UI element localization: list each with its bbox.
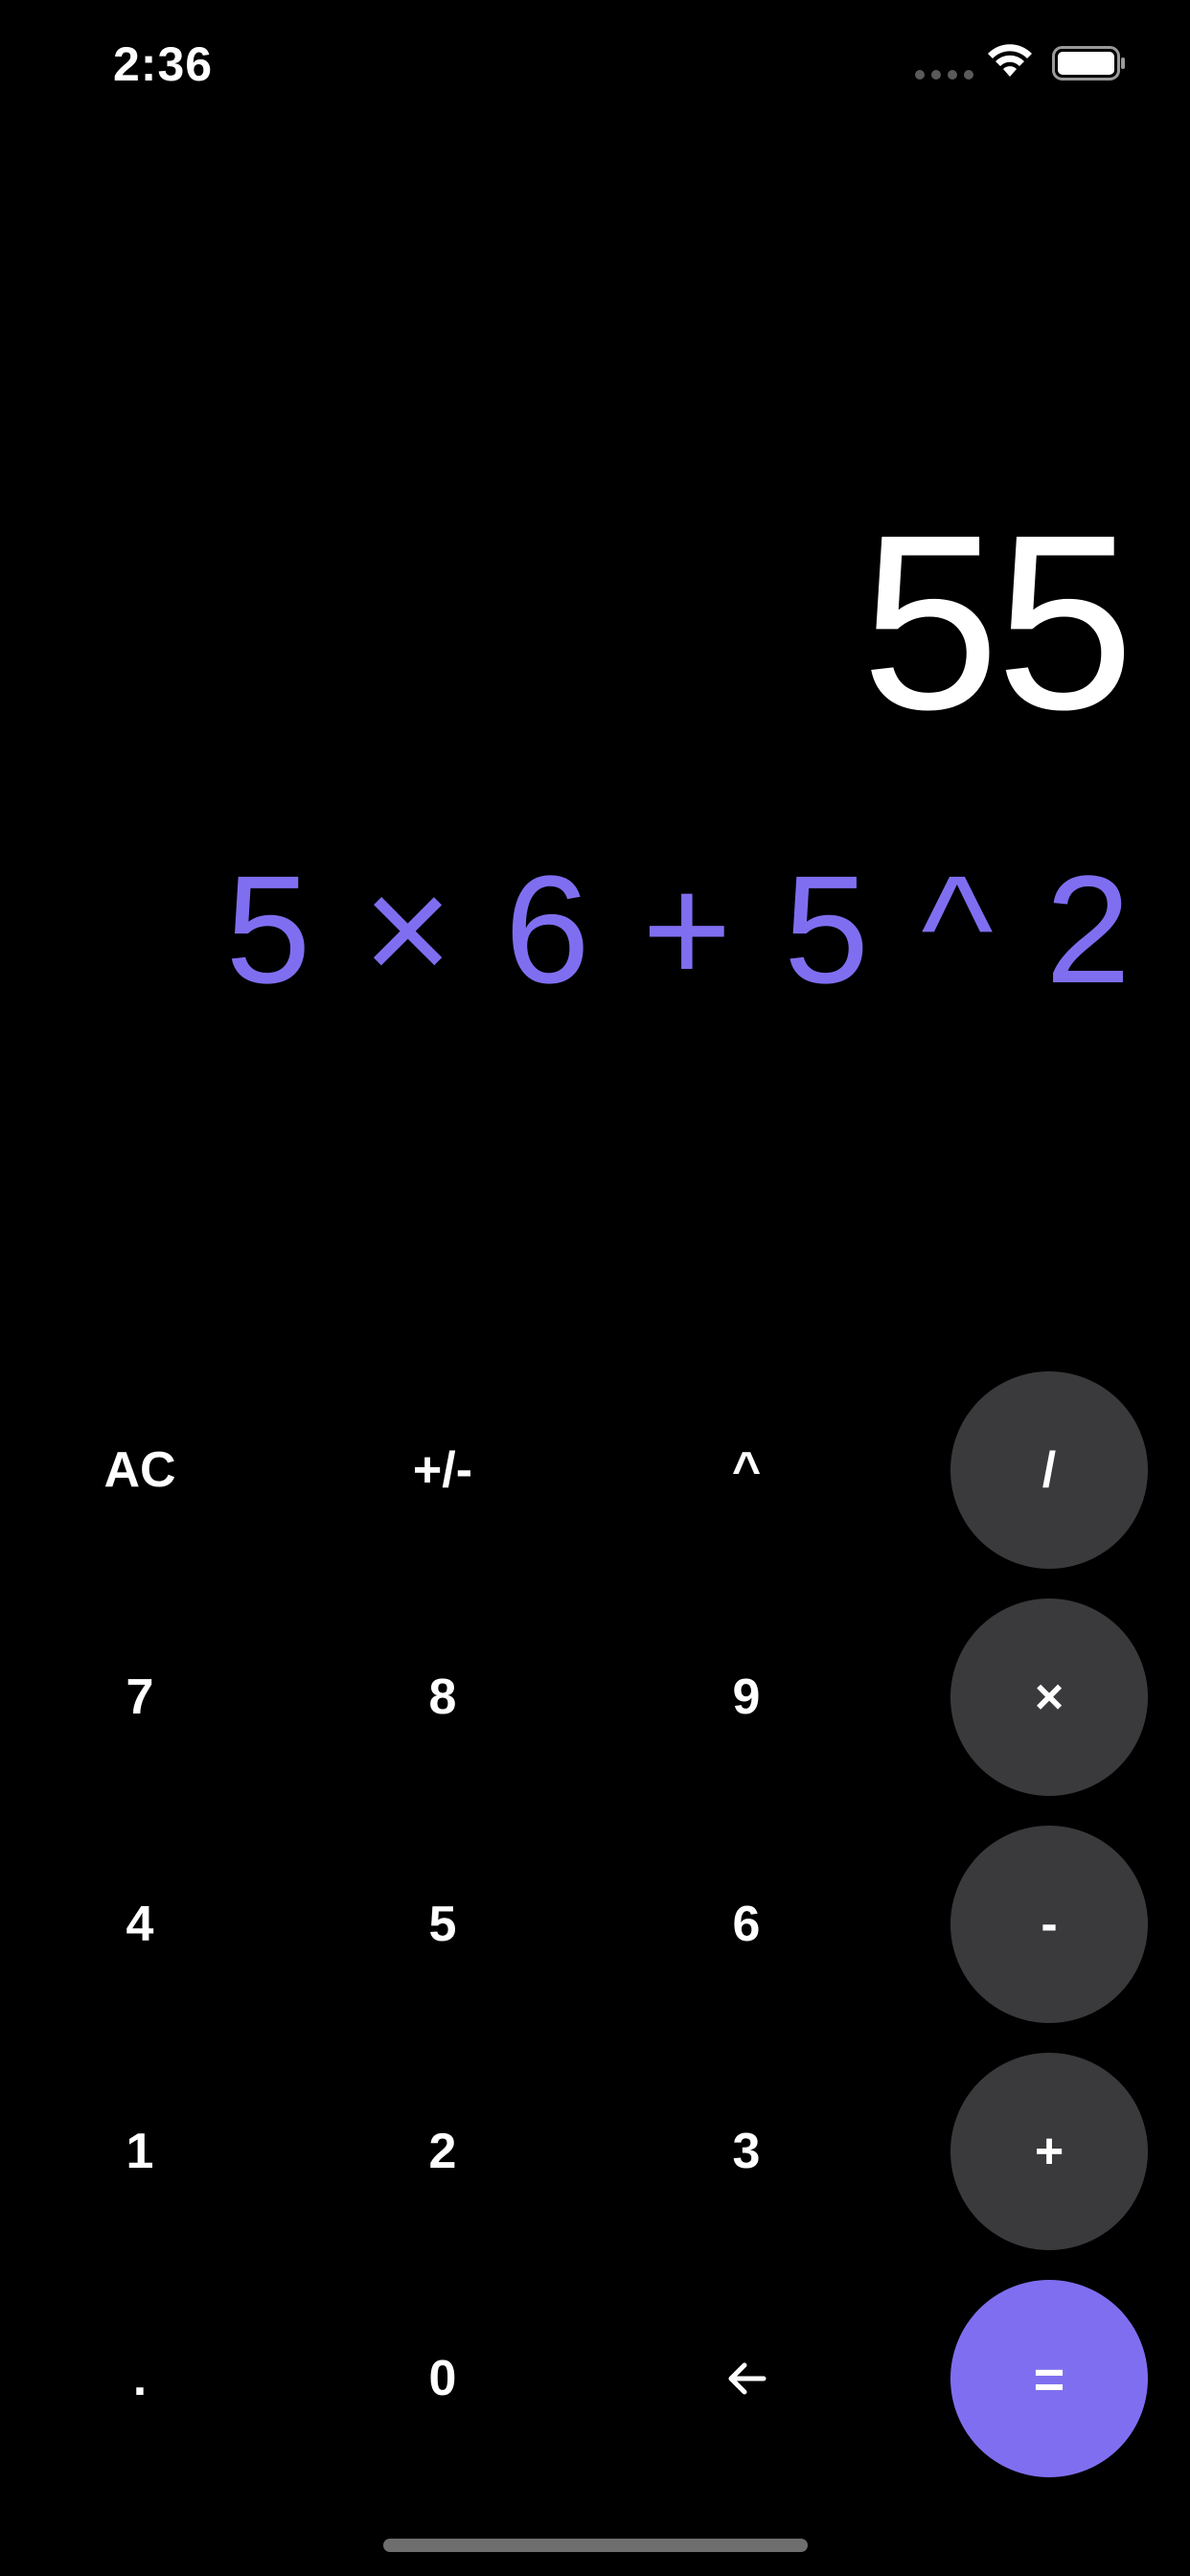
digit-0-button[interactable]: 0 (344, 2280, 541, 2477)
digit-4-button[interactable]: 4 (41, 1826, 239, 2023)
digit-6-button[interactable]: 6 (648, 1826, 845, 2023)
backspace-button[interactable] (648, 2280, 845, 2477)
digit-7-button[interactable]: 7 (41, 1598, 239, 1796)
digit-5-button[interactable]: 5 (344, 1826, 541, 2023)
power-button[interactable]: ^ (648, 1371, 845, 1569)
clear-button[interactable]: AC (41, 1371, 239, 1569)
digit-1-button[interactable]: 1 (41, 2053, 239, 2250)
home-indicator[interactable] (383, 2539, 808, 2552)
digit-3-button[interactable]: 3 (648, 2053, 845, 2250)
arrow-left-icon (728, 2362, 767, 2395)
keypad: AC +/- ^ / 7 8 9 × 4 5 6 - 1 2 3 + . 0 = (0, 0, 1190, 2576)
multiply-button[interactable]: × (950, 1598, 1148, 1796)
add-button[interactable]: + (950, 2053, 1148, 2250)
negate-button[interactable]: +/- (344, 1371, 541, 1569)
digit-9-button[interactable]: 9 (648, 1598, 845, 1796)
decimal-button[interactable]: . (41, 2280, 239, 2477)
equals-button[interactable]: = (950, 2280, 1148, 2477)
divide-button[interactable]: / (950, 1371, 1148, 1569)
subtract-button[interactable]: - (950, 1826, 1148, 2023)
digit-8-button[interactable]: 8 (344, 1598, 541, 1796)
digit-2-button[interactable]: 2 (344, 2053, 541, 2250)
